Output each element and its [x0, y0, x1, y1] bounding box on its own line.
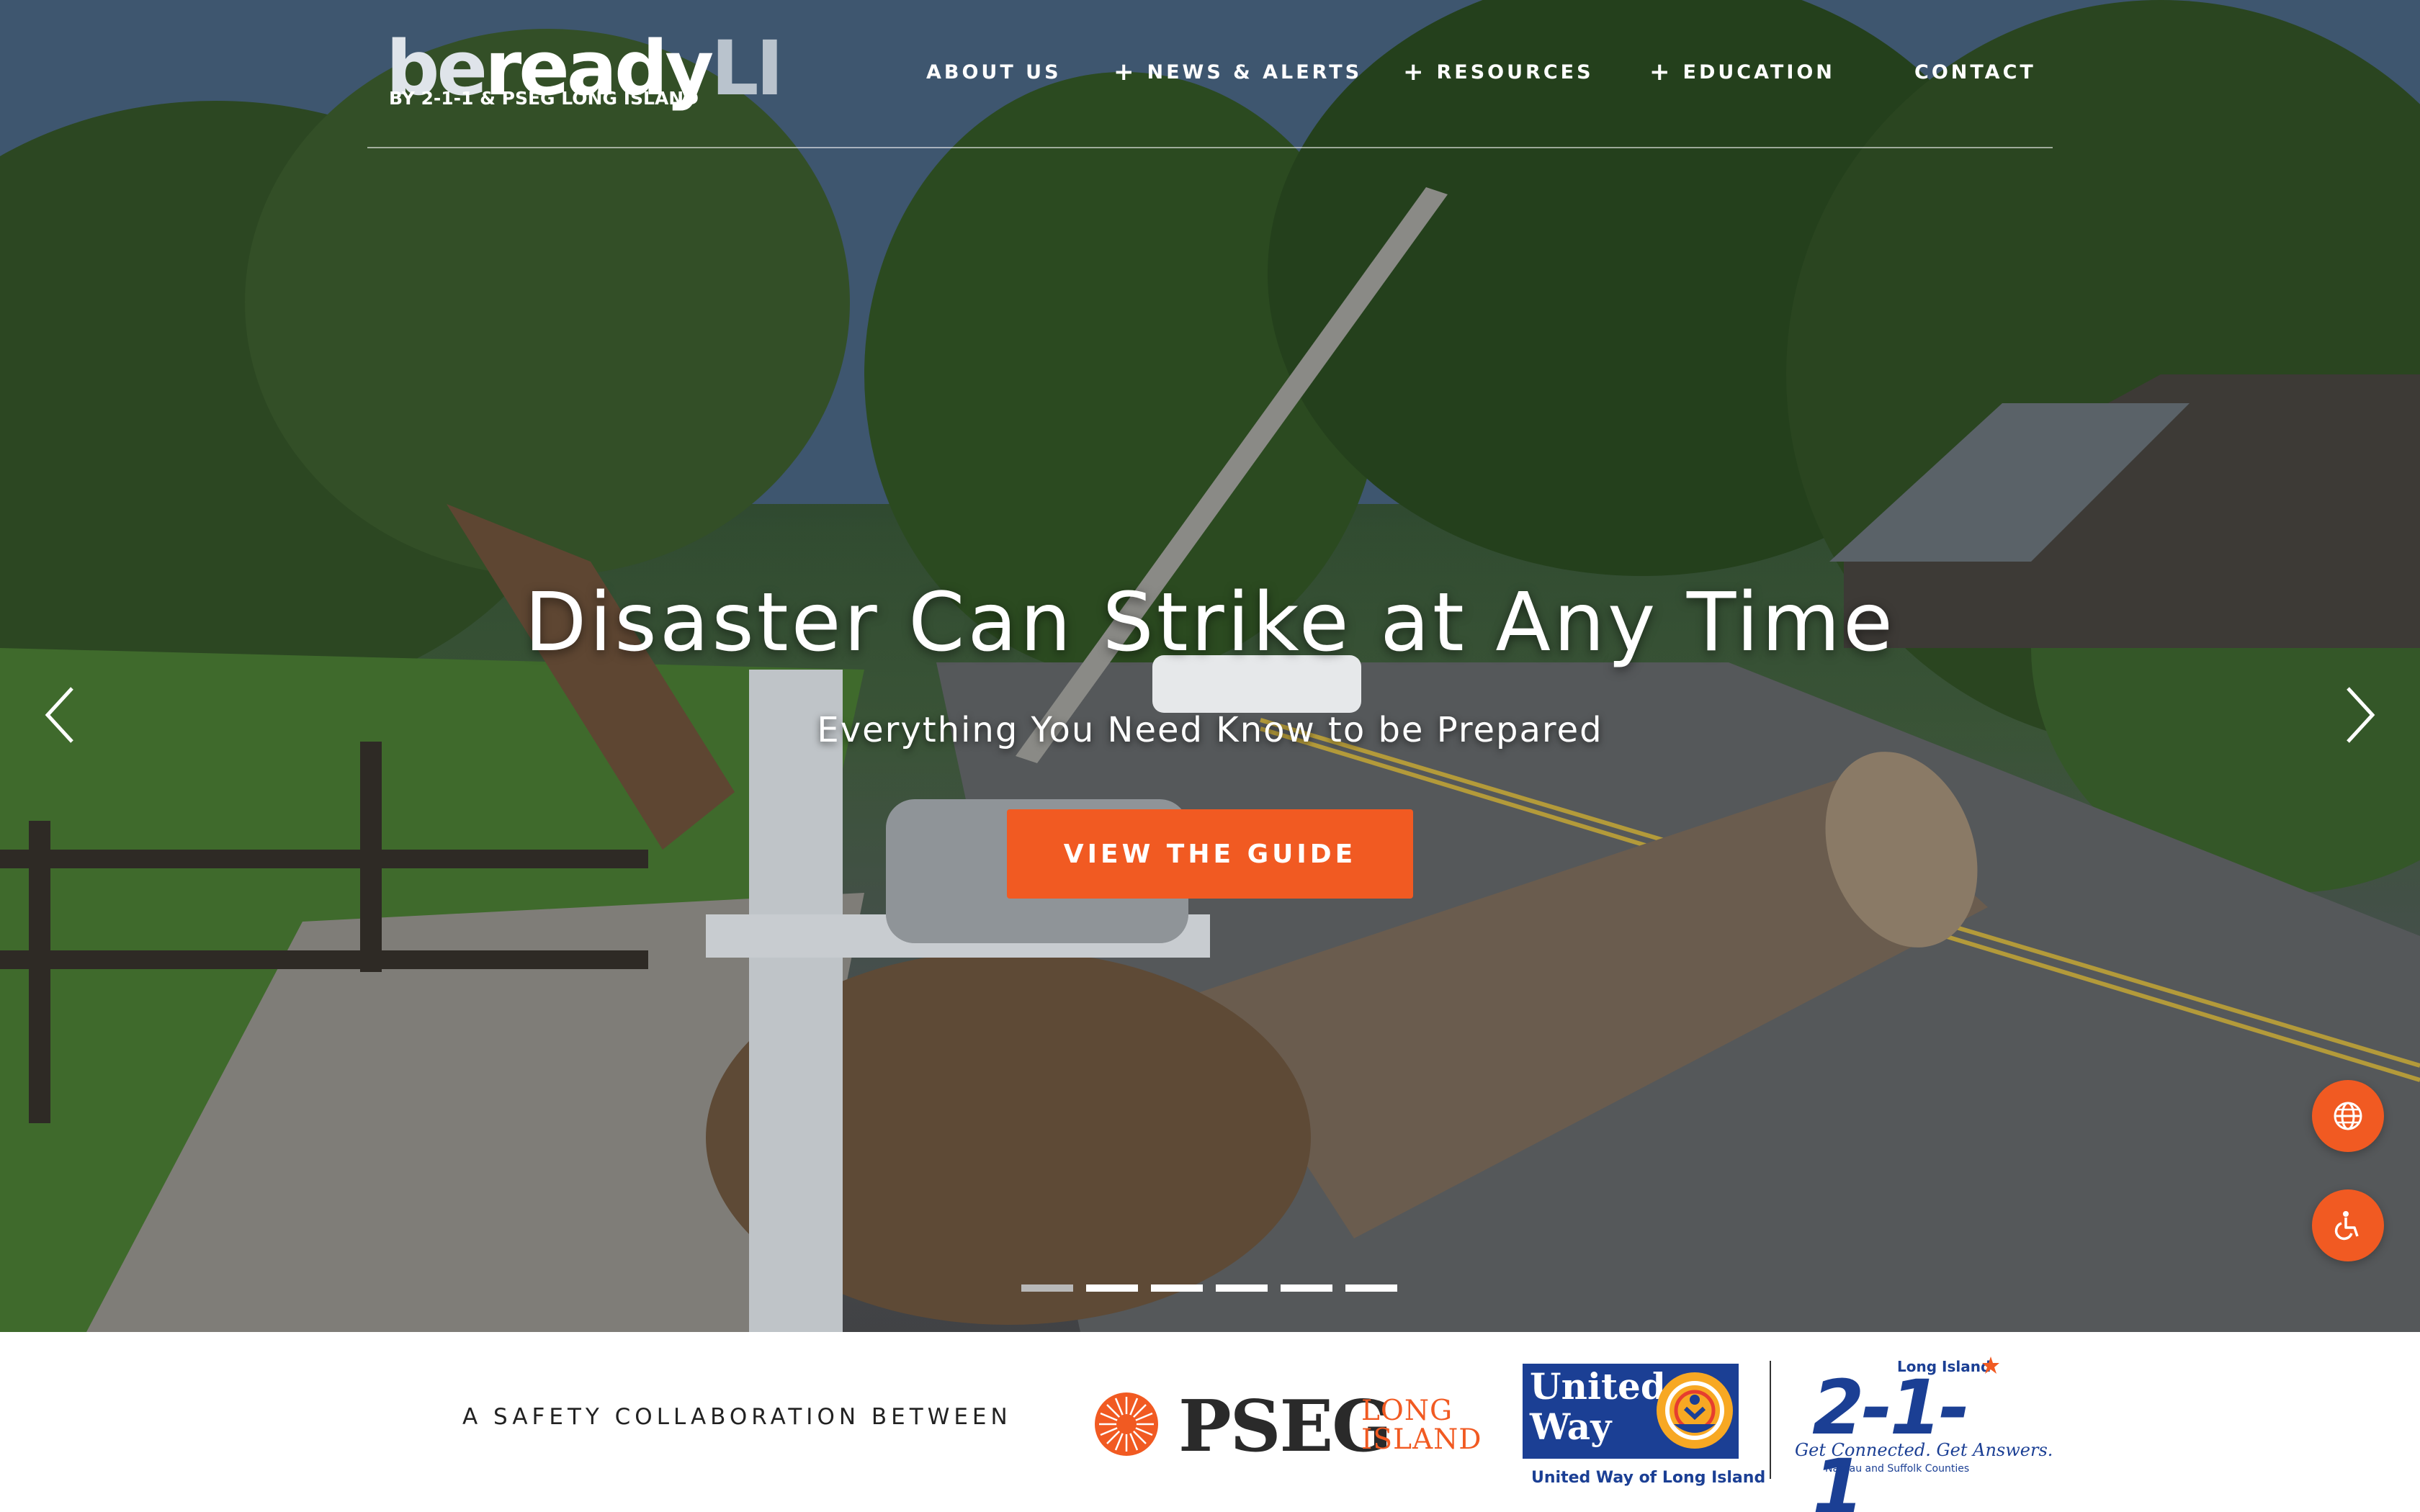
united-way-text: United Way: [1530, 1367, 1666, 1447]
header-divider: [367, 147, 2053, 148]
hero-subheadline: Everything You Need Know to be Prepared: [817, 710, 1603, 750]
united-way-badge: United Way: [1523, 1364, 1739, 1459]
chevron-right-icon: [2347, 687, 2375, 743]
nav-about-us[interactable]: ABOUT US: [926, 56, 1062, 88]
pseg-wordmark: PSEG: [1178, 1385, 1392, 1468]
united-way-caption: United Way of Long Island: [1531, 1469, 1766, 1487]
pseg-long-island-logo[interactable]: PSEG LONG ISLAND: [1090, 1385, 1482, 1468]
logo-li: LI: [711, 24, 784, 112]
globe-icon: [2334, 1102, 2362, 1130]
pseg-island: ISLAND: [1361, 1423, 1482, 1456]
carousel-prev-button[interactable]: [37, 684, 88, 746]
carousel-dot-2[interactable]: [1086, 1284, 1138, 1292]
logo-subtitle: BY 2-1-1 & PSEG LONG ISLAND: [389, 88, 699, 109]
carousel-dot-6[interactable]: [1345, 1284, 1397, 1292]
nav-resources[interactable]: + RESOURCES: [1403, 56, 1594, 88]
nav-about-us-label: ABOUT US: [926, 60, 1062, 84]
nav-education[interactable]: + EDUCATION: [1649, 56, 1835, 88]
carousel-next-button[interactable]: [2332, 684, 2383, 746]
carousel-dot-4[interactable]: [1216, 1284, 1268, 1292]
carousel-indicators: [1021, 1284, 1397, 1292]
partners-strip: A SAFETY COLLABORATION BETWEEN PSEG LONG…: [0, 1332, 2420, 1512]
nav-contact-label: CONTACT: [1914, 60, 2036, 84]
nav-news-alerts-label: NEWS & ALERTS: [1147, 60, 1363, 84]
plus-icon: +: [1403, 58, 1424, 86]
plus-icon: +: [1113, 58, 1134, 86]
hero-banner: bereadyLI BY 2-1-1 & PSEG LONG ISLAND AB…: [0, 0, 2420, 1332]
nav-news-alerts[interactable]: + NEWS & ALERTS: [1113, 56, 1362, 88]
nav-resources-label: RESOURCES: [1436, 60, 1594, 84]
main-nav: ABOUT US + NEWS & ALERTS + RESOURCES + E…: [908, 56, 2033, 88]
hero-headline: Disaster Can Strike at Any Time: [524, 576, 1896, 670]
sun-icon: [1095, 1392, 1158, 1456]
chevron-left-icon: [45, 687, 73, 743]
nav-contact[interactable]: CONTACT: [1914, 56, 2036, 88]
collaboration-label: A SAFETY COLLABORATION BETWEEN: [462, 1404, 1012, 1430]
pseg-long-island-text: LONG ISLAND: [1361, 1397, 1482, 1454]
accessibility-button[interactable]: [2312, 1189, 2384, 1261]
carousel-dot-1[interactable]: [1021, 1284, 1073, 1292]
nav-education-label: EDUCATION: [1682, 60, 1835, 84]
uw-line2: Way: [1530, 1405, 1612, 1448]
pseg-long: LONG: [1361, 1395, 1453, 1427]
uw-line1: United: [1530, 1365, 1666, 1408]
helping-hand-icon: [1657, 1372, 1733, 1449]
united-way-logo[interactable]: United Way United Way of Long Island: [1523, 1364, 1765, 1502]
logo-divider: [1770, 1361, 1771, 1479]
site-logo[interactable]: bereadyLI BY 2-1-1 & PSEG LONG ISLAND: [386, 29, 784, 115]
long-island-211-logo[interactable]: Long Island 2-1-1 Get Connected. Get Ans…: [1789, 1356, 2053, 1512]
carousel-dot-3[interactable]: [1151, 1284, 1203, 1292]
i211-tagline: Get Connected. Get Answers.: [1795, 1440, 2053, 1460]
i211-counties: Nassau and Suffolk Counties: [1825, 1463, 1970, 1475]
carousel-dot-5[interactable]: [1281, 1284, 1332, 1292]
language-button[interactable]: [2312, 1080, 2384, 1152]
accessibility-icon: [2334, 1211, 2359, 1241]
view-guide-button[interactable]: VIEW THE GUIDE: [1007, 809, 1413, 899]
plus-icon: +: [1649, 58, 1670, 86]
